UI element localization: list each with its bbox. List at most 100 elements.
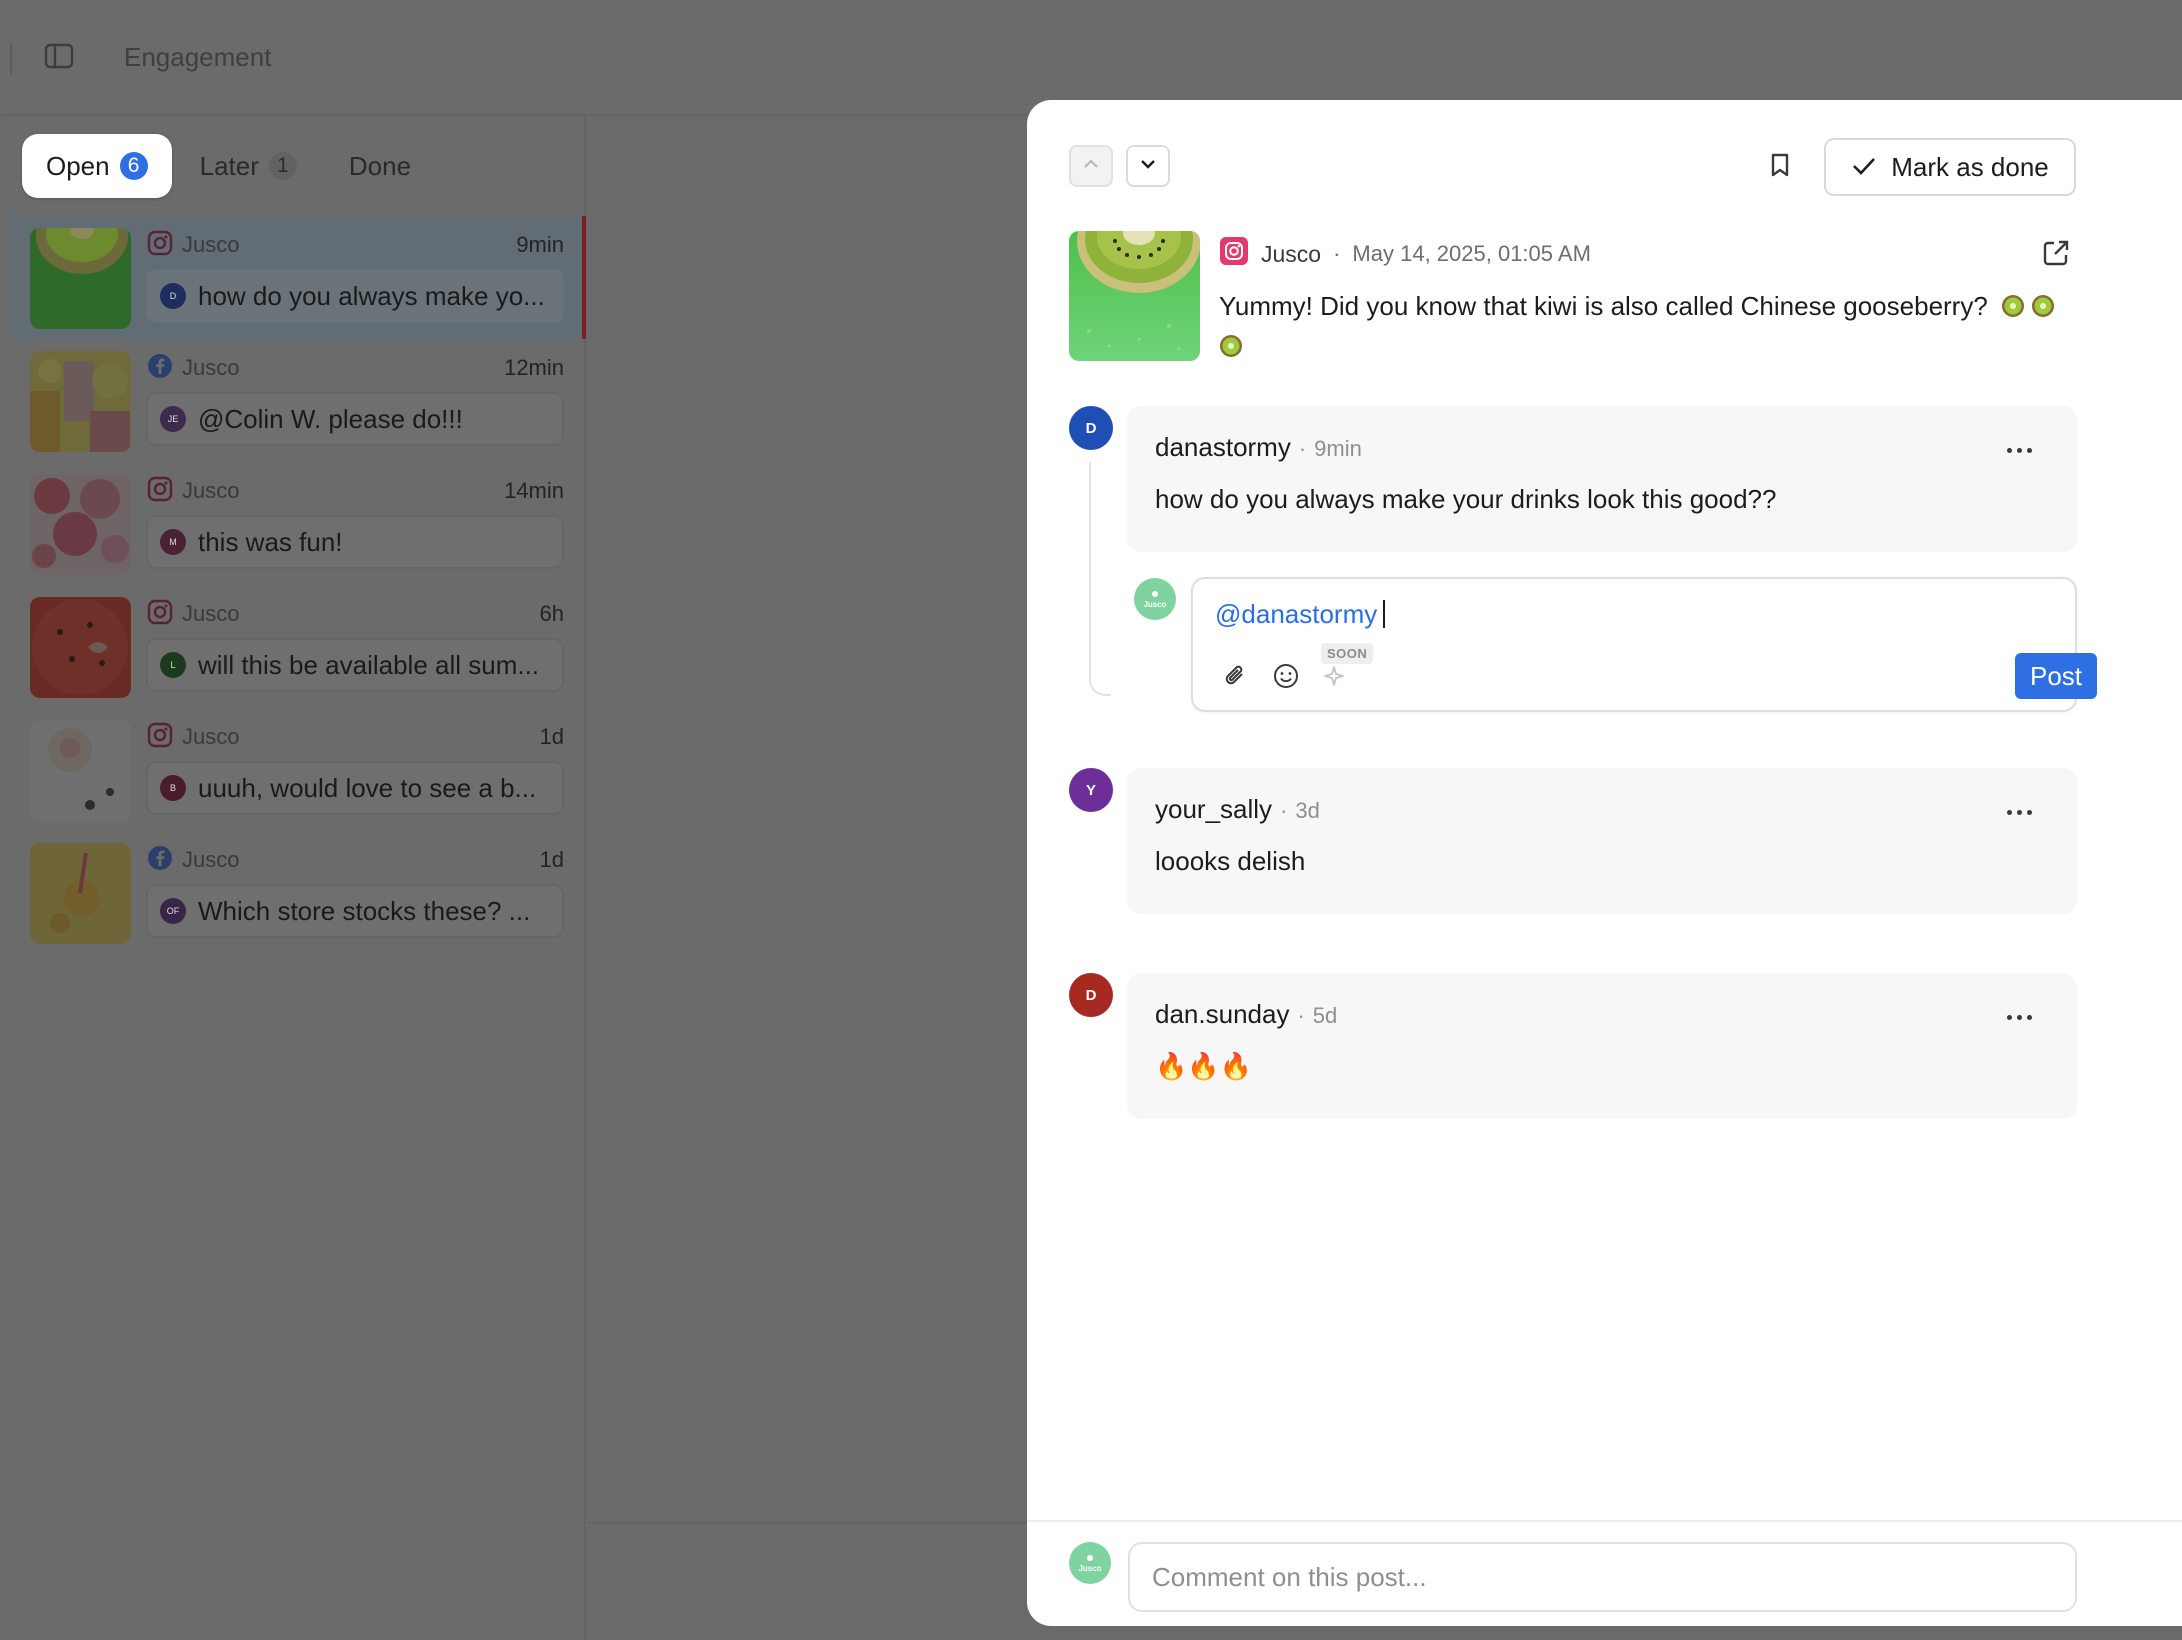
- conversation-source: Jusco: [182, 355, 240, 380]
- conversation-item[interactable]: Jusco 1d OF Which store stocks these? ..…: [10, 831, 586, 954]
- page-title: Engagement: [124, 42, 272, 72]
- bookmark-button[interactable]: [1763, 150, 1797, 184]
- conversation-snippet: how do you always make yo...: [198, 280, 545, 311]
- comment-username[interactable]: dan.sunday: [1155, 999, 1289, 1030]
- conversation-snippet: this was fun!: [198, 526, 343, 557]
- mark-as-done-button[interactable]: Mark as done: [1824, 138, 2076, 196]
- comment-text: how do you always make your drinks look …: [1155, 484, 1777, 514]
- top-bar: Engagement: [0, 0, 2182, 116]
- tab-open-count: 6: [119, 152, 148, 180]
- conversation-time: 6h: [539, 601, 564, 626]
- mention-text: @danastormy: [1215, 599, 1378, 629]
- conversation-item[interactable]: Jusco 14min M this was fun!: [10, 462, 586, 585]
- avatar: B: [160, 775, 186, 801]
- separator: ·: [1298, 436, 1307, 461]
- more-options-icon[interactable]: [2007, 806, 2037, 818]
- tab-later-count: 1: [268, 152, 297, 180]
- conversation-item[interactable]: Jusco 12min JE @Colin W. please do!!!: [10, 339, 586, 462]
- divider: [1027, 1520, 2182, 1522]
- conversation-preview: JE @Colin W. please do!!!: [146, 392, 564, 446]
- conversation-time: 1d: [539, 724, 564, 749]
- separator: ·: [1297, 1003, 1305, 1028]
- detail-panel: Mark as done Jusco · May 14, 2025, 01:05…: [1027, 100, 2182, 1626]
- tab-open-label: Open: [46, 150, 110, 181]
- comment-username[interactable]: your_sally: [1155, 794, 1272, 825]
- avatar: D: [160, 283, 186, 309]
- tab-later[interactable]: Later 1: [176, 134, 321, 198]
- avatar[interactable]: D: [1069, 406, 1113, 450]
- more-options-icon[interactable]: [2007, 444, 2037, 456]
- tab-done-label: Done: [348, 150, 412, 181]
- tab-done[interactable]: Done: [325, 134, 435, 198]
- comment-time: 9min: [1314, 436, 1362, 461]
- instagram-icon: [1219, 236, 1249, 272]
- tab-later-label: Later: [199, 150, 259, 181]
- avatar: OF: [160, 898, 186, 924]
- brand-avatar: Jusco: [1134, 578, 1176, 620]
- facebook-icon: [146, 844, 174, 877]
- brand-avatar: Jusco: [1069, 1542, 1111, 1584]
- comment-username[interactable]: danastormy: [1155, 432, 1291, 463]
- separator: ·: [1280, 798, 1288, 823]
- post-thumbnail: [30, 843, 131, 944]
- post-thumbnail: [30, 597, 131, 698]
- tab-open[interactable]: Open 6: [22, 134, 172, 198]
- avatar: JE: [160, 406, 186, 432]
- post-caption: Yummy! Did you know that kiwi is also ca…: [1219, 286, 2079, 366]
- kiwi-emoji-icon: [2001, 289, 2025, 317]
- mark-as-done-label: Mark as done: [1891, 151, 2049, 182]
- conversation-snippet: uuuh, would love to see a b...: [198, 772, 537, 803]
- sidebar-toggle-icon[interactable]: [44, 42, 74, 70]
- conversation-source: Jusco: [182, 601, 240, 626]
- conversation-snippet: @Colin W. please do!!!: [198, 403, 463, 434]
- kiwi-emoji-icon: [1219, 329, 1243, 357]
- text-caret: [1383, 600, 1386, 628]
- conversation-time: 14min: [504, 478, 564, 503]
- conversation-preview: L will this be available all sum...: [146, 638, 564, 692]
- conversation-item[interactable]: Jusco 1d B uuuh, would love to see a b..…: [10, 708, 586, 831]
- attachment-icon[interactable]: [1221, 661, 1251, 691]
- avatar: L: [160, 652, 186, 678]
- instagram-icon: [146, 475, 174, 508]
- conversation-preview: B uuuh, would love to see a b...: [146, 761, 564, 815]
- reply-input[interactable]: @danastormy: [1215, 599, 1386, 630]
- separator: ·: [1333, 241, 1341, 266]
- check-icon: [1851, 152, 1877, 183]
- conversation-source: Jusco: [182, 724, 240, 749]
- svg-text:Jusco: Jusco: [1078, 1564, 1101, 1573]
- chevron-down-icon: [1139, 157, 1157, 175]
- external-link-icon[interactable]: [2041, 238, 2071, 268]
- bookmark-icon: [1769, 152, 1791, 183]
- middle-pane: [588, 116, 1028, 1640]
- conversation-list: Jusco 9min D how do you always make yo..…: [10, 216, 586, 954]
- sparkle-icon: [1319, 661, 1349, 691]
- comment-card: your_sally · 3d loooks delish: [1127, 768, 2077, 914]
- divider: [10, 42, 12, 74]
- thread-line: [1089, 462, 1111, 696]
- post-meta: Jusco · May 14, 2025, 01:05 AM: [1219, 236, 1591, 272]
- reply-composer[interactable]: @danastormy SOON Post: [1191, 577, 2097, 712]
- conversation-source: Jusco: [182, 847, 240, 872]
- conversation-list-pane: Open 6 Later 1 Done Jusco 9min D how do …: [10, 116, 586, 1640]
- comment-input[interactable]: [1128, 1542, 2077, 1612]
- post-thumbnail: [30, 474, 131, 575]
- more-options-icon[interactable]: [2007, 1011, 2037, 1023]
- avatar[interactable]: D: [1069, 973, 1113, 1017]
- avatar[interactable]: Y: [1069, 768, 1113, 812]
- conversation-item[interactable]: Jusco 6h L will this be available all su…: [10, 585, 586, 708]
- instagram-icon: [146, 721, 174, 754]
- post-button[interactable]: Post: [2015, 653, 2097, 699]
- instagram-icon: [146, 598, 174, 631]
- conversation-time: 1d: [539, 847, 564, 872]
- conversation-source: Jusco: [182, 478, 240, 503]
- next-button[interactable]: [1126, 145, 1170, 187]
- conversation-preview: M this was fun!: [146, 515, 564, 569]
- conversation-item[interactable]: Jusco 9min D how do you always make yo..…: [10, 216, 586, 339]
- emoji-icon[interactable]: [1271, 661, 1301, 691]
- previous-button[interactable]: [1069, 145, 1113, 187]
- conversation-preview: D how do you always make yo...: [146, 269, 564, 323]
- comment-text: loooks delish: [1155, 846, 1306, 876]
- chevron-up-icon: [1082, 157, 1100, 175]
- conversation-time: 12min: [504, 355, 564, 380]
- post-author: Jusco: [1261, 240, 1322, 267]
